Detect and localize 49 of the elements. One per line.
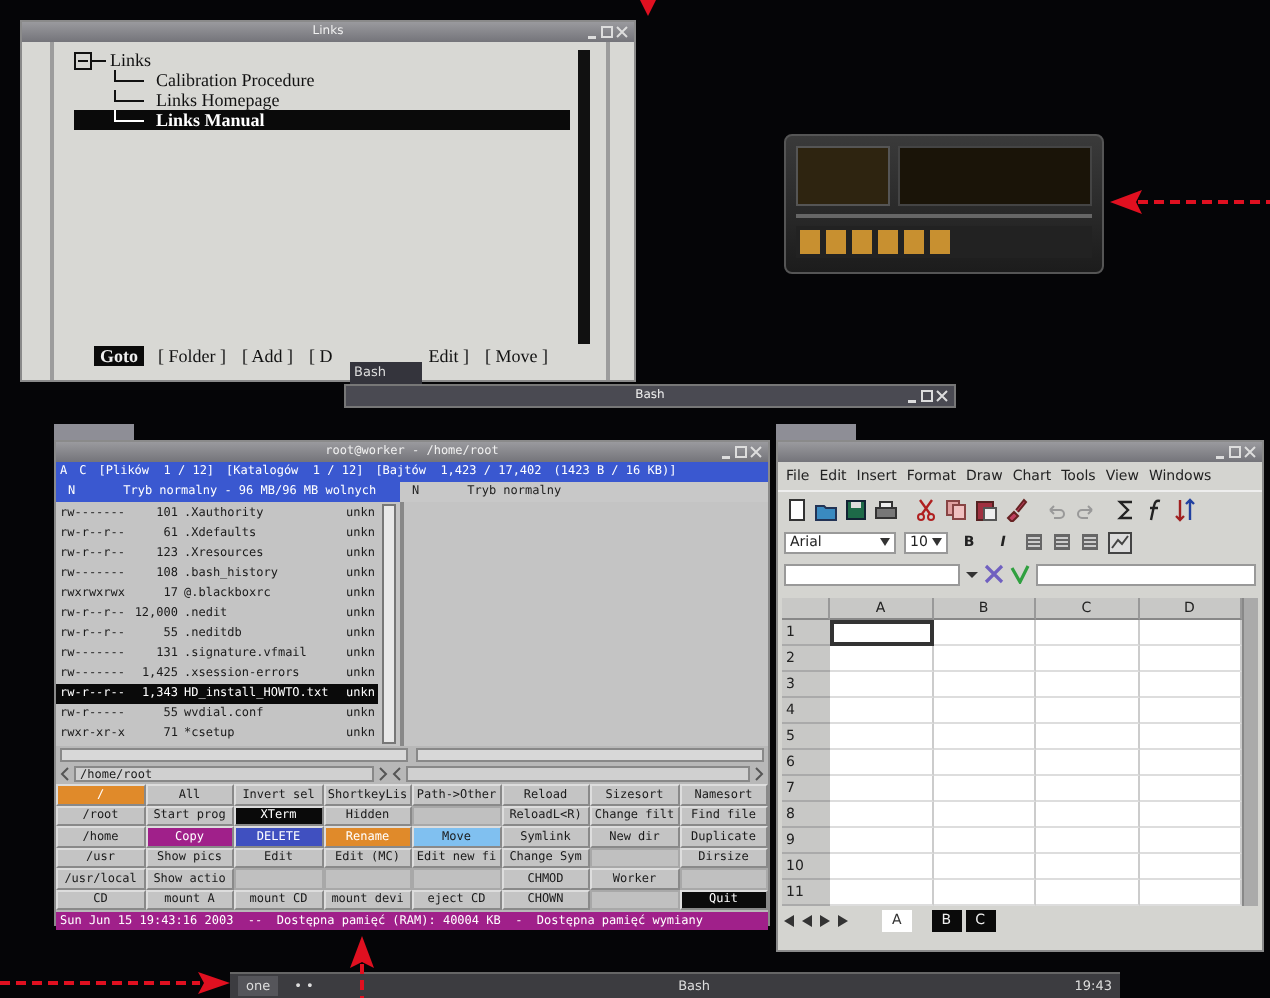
previous-icon[interactable]: [800, 913, 814, 927]
printer-icon[interactable]: [874, 497, 898, 521]
scissors-icon[interactable]: [914, 497, 938, 521]
annotation-arrow: [350, 936, 374, 998]
window-buttons-icon[interactable]: [1216, 445, 1256, 459]
copy-icon[interactable]: [944, 497, 968, 521]
save-icon[interactable]: [844, 497, 868, 521]
window-label-tab[interactable]: [54, 424, 134, 440]
collapse-icon[interactable]: [74, 51, 106, 69]
toolbar-button[interactable]: [ Folder ]: [156, 346, 228, 366]
toolbar-button[interactable]: [ Move ]: [483, 346, 550, 366]
tree-item[interactable]: Links Manual: [74, 110, 570, 130]
new-document-icon[interactable]: [784, 497, 808, 521]
window-buttons-icon[interactable]: [908, 389, 948, 403]
scrollbar[interactable]: [578, 50, 590, 344]
annotation-arrow: [640, 0, 656, 16]
check-icon[interactable]: [1010, 564, 1030, 584]
toolbar-button[interactable]: Goto: [94, 346, 144, 366]
align-center-icon[interactable]: [1052, 532, 1072, 552]
brush-icon[interactable]: [1004, 497, 1028, 521]
window-buttons-icon[interactable]: [722, 445, 762, 459]
window-buttons-icon[interactable]: [588, 25, 628, 39]
sort-icon[interactable]: [1174, 497, 1198, 521]
tree-item[interactable]: Links Homepage: [74, 90, 570, 110]
scrollbar[interactable]: [60, 748, 408, 762]
scrollbar[interactable]: [382, 504, 396, 744]
tree-item[interactable]: Links: [110, 50, 152, 70]
toolbar-button[interactable]: [ Add ]: [240, 346, 295, 366]
border-icon[interactable]: [1108, 531, 1132, 553]
tree-item[interactable]: Calibration Procedure: [74, 70, 570, 90]
first-icon[interactable]: [782, 913, 796, 927]
dropdown-icon[interactable]: [880, 538, 890, 546]
next-icon[interactable]: [818, 913, 832, 927]
toolbar-button[interactable]: Edit ]: [426, 346, 471, 366]
path-field[interactable]: [406, 766, 750, 782]
select-all-button[interactable]: [782, 598, 830, 620]
toolbar-button[interactable]: [ D: [307, 346, 335, 366]
formula-field[interactable]: [1036, 563, 1256, 585]
scrollbar[interactable]: [1242, 598, 1258, 906]
last-icon[interactable]: [836, 913, 850, 927]
scrollbar[interactable]: [416, 748, 764, 762]
paste-icon[interactable]: [974, 497, 998, 521]
window-label-tab[interactable]: [776, 424, 856, 440]
align-left-icon[interactable]: [1024, 532, 1044, 552]
sigma-icon[interactable]: [1114, 497, 1138, 521]
dropdown-icon[interactable]: [932, 538, 942, 546]
dropdown-icon[interactable]: [966, 566, 978, 582]
table-cell[interactable]: [830, 620, 933, 646]
align-right-icon[interactable]: [1080, 532, 1100, 552]
